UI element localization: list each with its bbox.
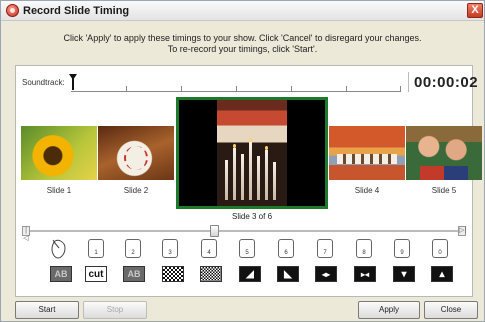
soundtrack-label: Soundtrack: (22, 78, 65, 87)
key-6: 6 (278, 239, 294, 258)
timeline-tick (126, 86, 127, 91)
candle-shape (257, 156, 260, 200)
current-slide-preview (176, 97, 328, 209)
slide-thumbnail-4[interactable] (329, 126, 405, 180)
timeline-tick (236, 86, 237, 91)
candle-shape (233, 148, 236, 200)
candle-shape (225, 160, 228, 200)
cut-icon[interactable]: cut (85, 266, 107, 282)
checker-icon[interactable] (162, 266, 184, 282)
flame-shape (249, 138, 252, 142)
flame-shape (265, 146, 268, 150)
slide-thumbnail-1[interactable] (21, 126, 97, 180)
close-window-button[interactable]: X (467, 3, 483, 18)
slide-label-1: Slide 1 (46, 186, 72, 195)
key-9: 9 (394, 239, 410, 258)
current-slide-image (217, 100, 287, 206)
ab-dissolve-icon[interactable]: AB (123, 266, 145, 282)
instructions: Click 'Apply' to apply these timings to … (1, 33, 484, 55)
candle-shape (241, 154, 244, 200)
mouse-click-icon (51, 239, 66, 259)
key-3: 3 (162, 239, 178, 258)
title-bar: Record Slide Timing X (1, 1, 484, 21)
timeline-tick (181, 86, 182, 91)
key-1: 1 (88, 239, 104, 258)
timeline-tick (400, 86, 401, 91)
key-7: 7 (317, 239, 333, 258)
candle-shape (273, 162, 276, 200)
flame-shape (233, 144, 236, 148)
candle-shape (249, 142, 252, 200)
key-4: 4 (201, 239, 217, 258)
key-2: 2 (125, 239, 141, 258)
wipe-diagonal-icon[interactable]: ◢ (239, 266, 261, 282)
slide-label-5: Slide 5 (431, 186, 457, 195)
slider-track (22, 230, 466, 232)
slide-label-4: Slide 4 (354, 186, 380, 195)
wipe-up-icon[interactable]: ▴ (431, 266, 453, 282)
slide-timing-panel: Soundtrack: 00:00:02 Slide 1 Slide 2 Sli… (15, 65, 482, 297)
current-slide-label: Slide 3 of 6 (231, 212, 273, 221)
slider-thumb[interactable] (210, 225, 220, 237)
close-button[interactable]: Close (424, 301, 478, 319)
wipe-right-left-icon[interactable]: ▸◂ (354, 266, 376, 282)
key-8: 8 (356, 239, 372, 258)
timeline-tick (346, 86, 347, 91)
slide-label-2: Slide 2 (123, 186, 149, 195)
elapsed-timer: 00:00:02 (414, 74, 479, 91)
wipe-down-icon[interactable]: ▾ (393, 266, 415, 282)
timer-divider (408, 72, 409, 92)
key-5: 5 (239, 239, 255, 258)
stop-button[interactable]: Stop (83, 301, 147, 319)
candle-shape (265, 150, 268, 200)
key-0: 0 (432, 239, 448, 258)
ab-fade-icon[interactable]: AB (50, 266, 72, 282)
checker-dense-icon[interactable] (200, 266, 222, 282)
instruction-line-1: Click 'Apply' to apply these timings to … (63, 33, 422, 43)
instruction-line-2: To re-record your timings, click 'Start'… (167, 44, 318, 54)
wipe-diagonal-reverse-icon[interactable]: ◣ (277, 266, 299, 282)
slider-start-button[interactable]: |◁ (22, 226, 30, 242)
start-button[interactable]: Start (15, 301, 79, 319)
app-icon (6, 4, 19, 17)
window-title: Record Slide Timing (23, 5, 130, 17)
timeline-tick (291, 86, 292, 91)
record-slide-timing-window: Record Slide Timing X Click 'Apply' to a… (0, 0, 485, 322)
slider-end-button[interactable]: ▷| (458, 226, 466, 236)
apply-button[interactable]: Apply (358, 301, 420, 319)
playhead-line (72, 74, 74, 90)
soundtrack-timeline[interactable] (69, 74, 401, 92)
wipe-left-right-icon[interactable]: ◂▸ (315, 266, 337, 282)
slide-scroll-slider[interactable]: |◁ ▷| (22, 225, 466, 242)
slide-thumbnail-5[interactable] (406, 126, 482, 180)
slide-thumbnail-2[interactable] (98, 126, 174, 180)
